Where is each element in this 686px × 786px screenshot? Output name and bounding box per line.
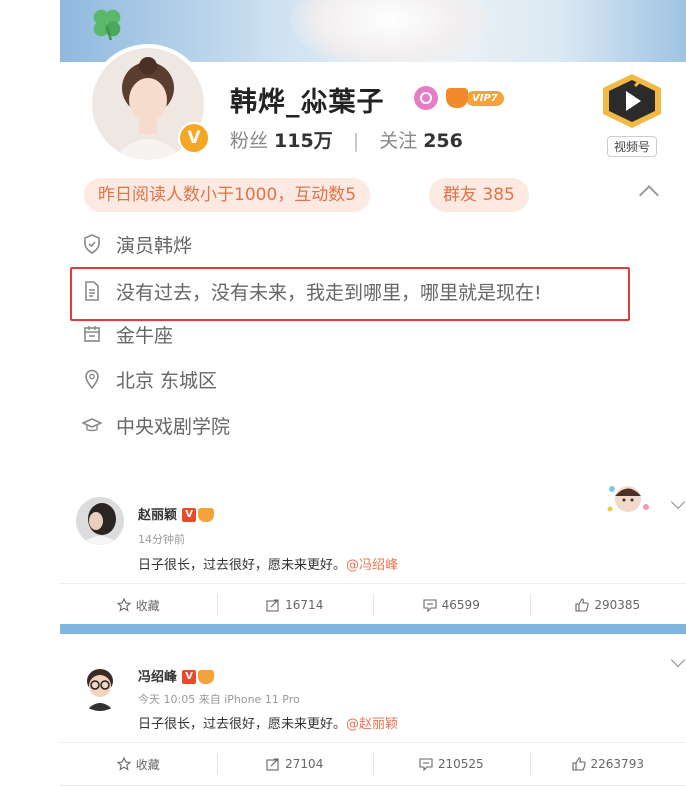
comment-icon xyxy=(419,757,433,771)
search-badge-icon[interactable] xyxy=(414,86,438,110)
post-menu-chevron-icon[interactable] xyxy=(671,653,685,667)
post-action-bar: 收藏 27104 210525 2263793 xyxy=(60,742,686,786)
comment-button[interactable]: 210525 xyxy=(373,743,530,785)
comment-icon xyxy=(423,598,437,612)
like-count: 2263793 xyxy=(591,757,644,771)
info-zodiac: 金牛座 xyxy=(82,319,173,349)
shield-icon xyxy=(82,234,102,254)
repost-count: 27104 xyxy=(285,757,323,771)
post-mention-link[interactable]: @冯绍峰 xyxy=(346,558,398,573)
verification-text: 演员韩烨 xyxy=(116,231,192,258)
post-author-avatar[interactable] xyxy=(76,497,124,545)
info-school: 中央戏剧学院 xyxy=(82,410,230,440)
verified-v-icon: V xyxy=(182,508,196,522)
repost-button[interactable]: 27104 xyxy=(217,743,374,785)
school-text: 中央戏剧学院 xyxy=(116,412,230,439)
favorite-button[interactable]: 收藏 xyxy=(60,743,217,785)
video-channel-button[interactable]: 视频号 xyxy=(592,72,672,160)
post-text: 日子很长，过去很好，愿未来更好。@冯绍峰 xyxy=(138,554,398,573)
profile-name: 韩烨_尛葉子 xyxy=(230,80,385,119)
verified-v-icon: V xyxy=(182,670,196,684)
zodiac-text: 金牛座 xyxy=(116,321,173,348)
repost-button[interactable]: 16714 xyxy=(217,584,374,626)
post-time: 14分钟前 xyxy=(138,531,185,547)
like-count: 290385 xyxy=(594,598,640,612)
location-text: 北京 东城区 xyxy=(116,366,217,393)
profile-stats: 粉丝 115万 | 关注 256 xyxy=(230,126,463,153)
post-mention-link[interactable]: @赵丽颖 xyxy=(346,717,398,732)
favorite-button[interactable]: 收藏 xyxy=(60,584,217,626)
favorite-label: 收藏 xyxy=(136,597,160,614)
repost-icon xyxy=(266,598,280,612)
location-pin-icon xyxy=(82,369,102,389)
post-action-bar: 收藏 16714 46599 290385 xyxy=(60,583,686,627)
post-body: 日子很长，过去很好，愿未来更好。 xyxy=(138,717,346,732)
vip-badge[interactable]: VIP7 xyxy=(446,86,504,110)
crown-icon xyxy=(198,670,214,684)
post-text: 日子很长，过去很好，愿未来更好。@赵丽颖 xyxy=(138,713,398,732)
crown-icon xyxy=(446,88,468,108)
follow-label[interactable]: 关注 xyxy=(379,130,417,152)
post-body: 日子很长，过去很好，愿未来更好。 xyxy=(138,558,346,573)
post-author-line: 赵丽颖 V xyxy=(138,504,214,523)
clover-icon xyxy=(88,4,126,42)
fans-label[interactable]: 粉丝 xyxy=(230,130,268,152)
post-author-avatar[interactable] xyxy=(76,663,124,711)
follow-count[interactable]: 256 xyxy=(423,130,463,152)
like-button[interactable]: 290385 xyxy=(530,584,686,626)
video-channel-icon xyxy=(599,72,665,130)
star-icon xyxy=(117,757,131,771)
emoji-sticker-icon xyxy=(604,479,652,519)
author-cartoon-icon xyxy=(76,663,124,711)
stats-divider: | xyxy=(353,130,359,152)
calendar-icon xyxy=(82,324,102,344)
star-icon xyxy=(117,598,131,612)
vip-level: VIP7 xyxy=(466,91,504,106)
post-time: 今天 10:05 来自 iPhone 11 Pro xyxy=(138,691,300,707)
fan-group-pill[interactable]: 群友 385 xyxy=(429,178,529,212)
post-author-name[interactable]: 赵丽颖 xyxy=(138,508,177,523)
thumbs-up-icon xyxy=(575,598,589,612)
like-button[interactable]: 2263793 xyxy=(530,743,686,785)
verified-badge-icon: V xyxy=(178,122,210,154)
graduation-cap-icon xyxy=(82,415,102,435)
fans-count[interactable]: 115万 xyxy=(274,130,333,152)
comment-count: 46599 xyxy=(442,598,480,612)
feed-divider xyxy=(60,624,686,634)
reading-stats-pill[interactable]: 昨日阅读人数小于1000，互动数5 xyxy=(84,178,370,212)
comment-count: 210525 xyxy=(438,757,484,771)
banner-figure xyxy=(290,0,490,62)
crown-icon xyxy=(198,508,214,522)
thumbs-up-icon xyxy=(572,757,586,771)
repost-icon xyxy=(266,757,280,771)
comment-button[interactable]: 46599 xyxy=(373,584,530,626)
video-channel-label: 视频号 xyxy=(607,136,657,157)
bio-highlight-box xyxy=(70,267,630,321)
info-location: 北京 东城区 xyxy=(82,364,217,394)
post-author-name[interactable]: 冯绍峰 xyxy=(138,670,177,685)
info-verification: 演员韩烨 xyxy=(82,229,192,259)
collapse-chevron-icon[interactable] xyxy=(639,185,659,205)
repost-count: 16714 xyxy=(285,598,323,612)
post-menu-chevron-icon[interactable] xyxy=(671,495,685,509)
post-author-line: 冯绍峰 V xyxy=(138,666,214,685)
favorite-label: 收藏 xyxy=(136,756,160,773)
author-portrait-icon xyxy=(76,497,124,545)
